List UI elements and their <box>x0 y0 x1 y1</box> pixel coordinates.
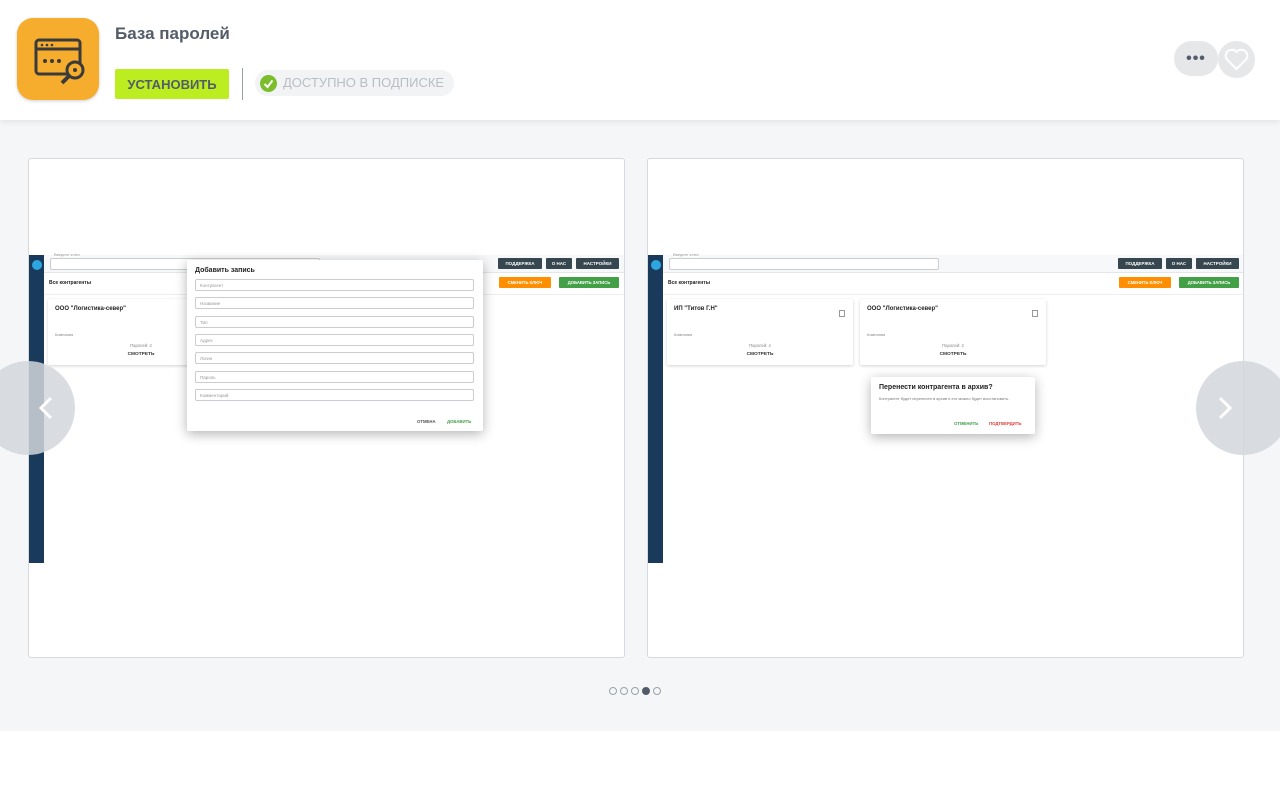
pagination-dot[interactable] <box>620 687 628 695</box>
mini-add-record-button: ДОБАВИТЬ ЗАПИСЬ <box>559 277 619 288</box>
add-record-dialog: Добавить запись Контрагент Название Тип … <box>187 260 483 431</box>
install-button[interactable]: Установить <box>115 69 229 99</box>
prev-arrow-button[interactable] <box>0 361 75 455</box>
mini-sidebar <box>648 255 663 563</box>
pagination-dot[interactable] <box>631 687 639 695</box>
screenshot-2[interactable]: Введите ключ ПОДДЕРЖКА О НАС НАСТРОЙКИ В… <box>647 158 1244 658</box>
screenshot-gallery: Введите ключ ПОДДЕРЖКА О НАС НАСТРОЙКИ В… <box>0 120 1280 731</box>
mini-section-row: Все контрагенты СМЕНИТЬ КЛЮЧ ДОБАВИТЬ ЗА… <box>663 273 1243 295</box>
more-button[interactable]: ••• <box>1174 41 1218 76</box>
mini-about-button: О НАС <box>1166 258 1192 269</box>
mini-card: ООО "Логистика-север" Компания Паролей: … <box>860 299 1046 365</box>
mini-change-key-button: СМЕНИТЬ КЛЮЧ <box>499 277 551 288</box>
check-circle-icon <box>260 75 277 92</box>
next-arrow-button[interactable] <box>1196 361 1280 455</box>
gallery-pagination <box>609 682 664 695</box>
chevron-right-icon <box>1218 396 1233 420</box>
mini-about-button: О НАС <box>546 258 572 269</box>
mini-change-key-button: СМЕНИТЬ КЛЮЧ <box>1119 277 1171 288</box>
archive-dialog: Перенести контрагента в архив? Контраген… <box>871 377 1035 434</box>
mini-support-button: ПОДДЕРЖКА <box>1118 258 1162 269</box>
chevron-left-icon <box>38 396 53 420</box>
app-title: База паролей <box>115 24 230 43</box>
subscription-badge: Доступно в подписке <box>255 70 455 96</box>
subscription-label: Доступно в подписке <box>283 75 445 90</box>
divider <box>242 68 243 100</box>
pagination-dot[interactable] <box>653 687 661 695</box>
mini-add-record-button: ДОБАВИТЬ ЗАПИСЬ <box>1179 277 1239 288</box>
mini-card: ИП "Титов Г.Н" Компания Паролей: 4 СМОТР… <box>667 299 853 365</box>
favorite-button[interactable] <box>1218 41 1255 78</box>
mini-settings-button: НАСТРОЙКИ <box>576 258 619 269</box>
password-window-icon <box>34 38 85 85</box>
mini-support-button: ПОДДЕРЖКА <box>498 258 542 269</box>
pagination-dot[interactable] <box>609 687 617 695</box>
heart-icon <box>1224 48 1249 71</box>
pagination-dot-active[interactable] <box>642 687 650 695</box>
mini-app: Введите ключ ПОДДЕРЖКА О НАС НАСТРОЙКИ В… <box>29 252 624 563</box>
app-header: База паролей Установить Доступно в подпи… <box>0 0 1280 120</box>
app-icon <box>17 18 99 100</box>
trash-icon <box>1032 310 1038 317</box>
screenshot-1[interactable]: Введите ключ ПОДДЕРЖКА О НАС НАСТРОЙКИ В… <box>28 158 625 658</box>
mini-key-input: Введите ключ <box>669 252 939 270</box>
mini-topbar: Введите ключ ПОДДЕРЖКА О НАС НАСТРОЙКИ <box>663 252 1243 273</box>
trash-icon <box>839 310 845 317</box>
mini-app: Введите ключ ПОДДЕРЖКА О НАС НАСТРОЙКИ В… <box>648 252 1243 563</box>
mini-settings-button: НАСТРОЙКИ <box>1196 258 1239 269</box>
